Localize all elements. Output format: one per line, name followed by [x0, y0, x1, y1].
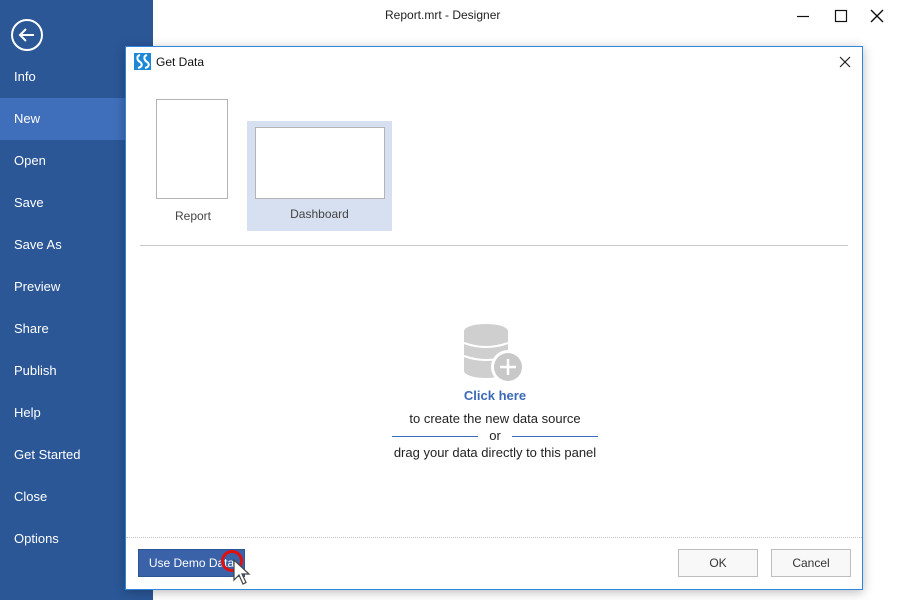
or-line-right: [512, 436, 598, 437]
close-icon: [870, 9, 884, 23]
or-separator: or: [392, 428, 598, 444]
get-data-dialog: Get Data Report Dashboard Click here to …: [125, 46, 863, 590]
footer-divider: [126, 537, 862, 538]
window-close-button[interactable]: [862, 4, 892, 28]
dashboard-thumbnail: [255, 127, 385, 199]
ok-button[interactable]: OK: [678, 549, 758, 577]
mouse-cursor-icon: [233, 558, 251, 585]
divider: [140, 245, 848, 246]
back-arrow-icon: [18, 28, 34, 42]
template-dashboard[interactable]: Dashboard: [247, 121, 392, 231]
dialog-close-button[interactable]: [836, 53, 854, 71]
window-title: Report.mrt - Designer: [385, 8, 501, 22]
back-button[interactable]: [11, 19, 43, 51]
template-report[interactable]: Report: [148, 91, 238, 231]
minimize-button[interactable]: [788, 4, 818, 28]
template-dashboard-label: Dashboard: [290, 207, 349, 221]
maximize-icon: [834, 9, 848, 23]
cancel-button[interactable]: Cancel: [771, 549, 851, 577]
maximize-button[interactable]: [826, 4, 856, 28]
stimulsoft-logo-icon: [134, 53, 151, 70]
designer-window: Info New Open Save Save As Preview Share…: [0, 0, 900, 600]
template-report-label: Report: [174, 209, 212, 223]
database-add-icon[interactable]: [462, 321, 526, 385]
create-data-source-link[interactable]: Click here: [126, 388, 864, 403]
dialog-header: Get Data: [126, 47, 862, 77]
report-thumbnail: [156, 99, 228, 199]
drag-data-text: drag your data directly to this panel: [393, 445, 597, 460]
dialog-title: Get Data: [156, 55, 205, 69]
create-data-source-text: to create the new data source: [409, 411, 581, 426]
minimize-icon: [797, 15, 809, 18]
close-icon: [839, 56, 851, 68]
